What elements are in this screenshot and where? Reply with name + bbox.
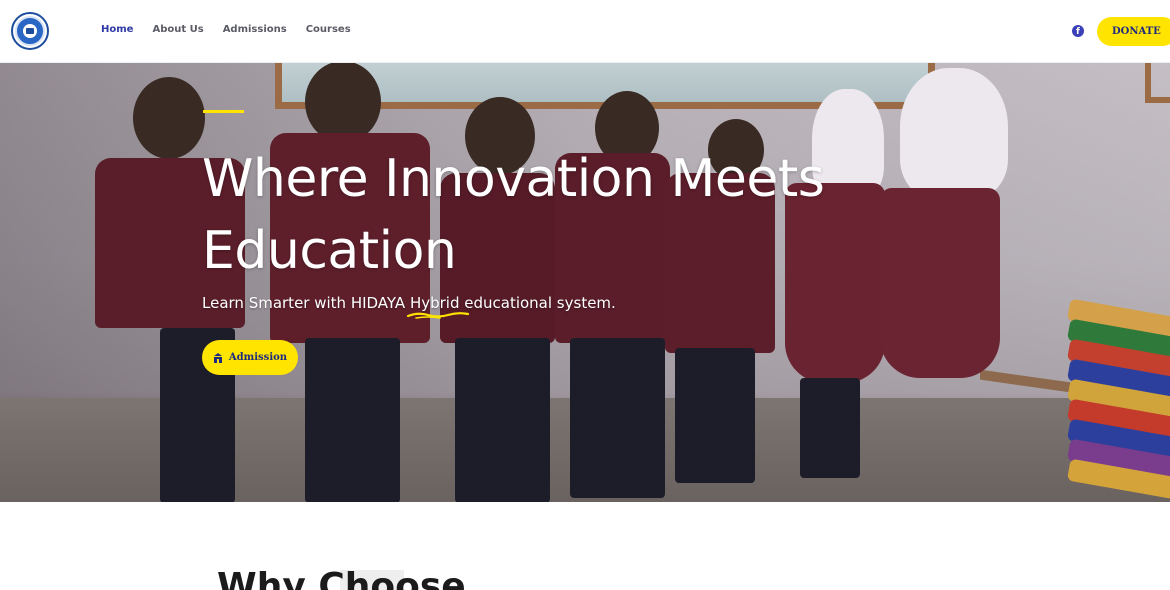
nav-home-link[interactable]: Home — [101, 24, 133, 35]
hero-subtitle-start: Learn Smarter with HIDAYA — [202, 294, 410, 312]
facebook-icon[interactable]: f — [1072, 25, 1084, 37]
school-logo[interactable] — [11, 12, 49, 50]
hero-title: Where Innovation Meets Education — [202, 149, 825, 281]
nav-admissions-link[interactable]: Admissions — [223, 24, 287, 35]
hero-subtitle: Learn Smarter with HIDAYA Hybrid educati… — [202, 294, 616, 319]
logo-emblem — [15, 16, 45, 46]
hero-subtitle-end: educational system. — [459, 294, 616, 312]
site-header: Home About Us Admissions Courses f DONAT… — [0, 0, 1170, 63]
hero-accent-line — [203, 110, 244, 113]
school-icon — [213, 352, 223, 363]
nav-about-link[interactable]: About Us — [152, 24, 203, 35]
admission-button-label: Admission — [228, 352, 288, 363]
underline-squiggle — [406, 312, 470, 319]
logo-core — [23, 24, 37, 38]
play-mats — [1066, 298, 1170, 502]
hero-banner: Where Innovation Meets Education Learn S… — [0, 63, 1170, 502]
background-frame — [1145, 63, 1170, 103]
main-nav: Home About Us Admissions Courses — [101, 24, 351, 35]
book-icon — [26, 28, 34, 34]
admission-button[interactable]: Admission — [202, 340, 298, 375]
section-title: Why Choose — [217, 566, 466, 590]
donate-button[interactable]: DONATE — [1097, 17, 1170, 46]
nav-courses-link[interactable]: Courses — [306, 24, 351, 35]
hero-subtitle-highlight: Hybrid — [406, 294, 470, 319]
hero-subtitle-highlight-text: Hybrid — [409, 294, 460, 312]
